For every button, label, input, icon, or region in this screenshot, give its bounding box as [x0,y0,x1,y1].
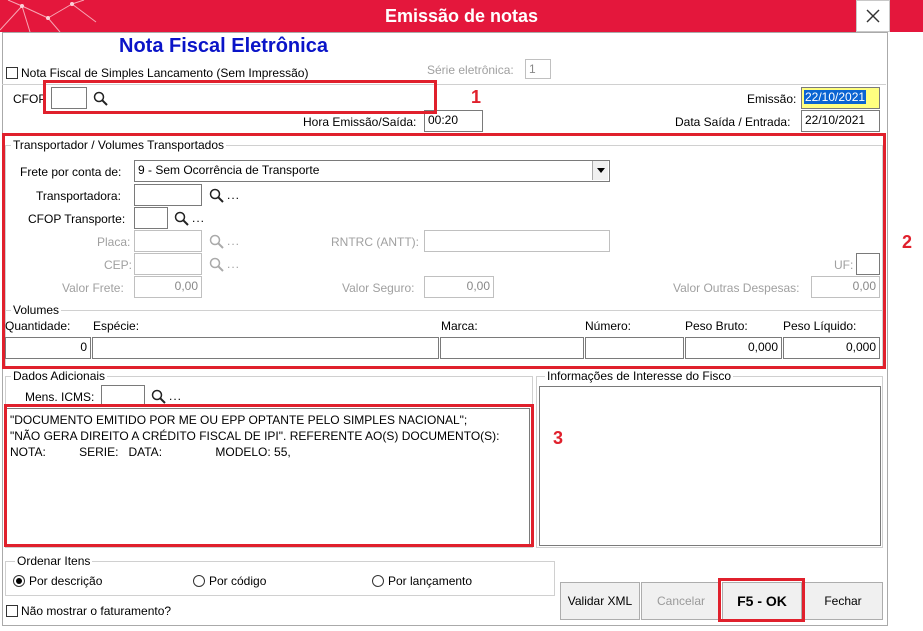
annotation-box-1 [43,80,437,114]
validar-xml-button[interactable]: Validar XML [560,582,640,620]
radio-por-lancamento-label: Por lançamento [388,574,473,588]
hora-label: Hora Emissão/Saída: [303,115,417,129]
mens-icms-label: Mens. ICMS: [25,390,95,404]
radio-por-descricao-label: Por descrição [29,574,103,588]
ordenar-title: Ordenar Itens [15,554,93,568]
dados-adicionais-title: Dados Adicionais [11,369,108,383]
mens-icms-more-button[interactable]: ... [169,389,182,403]
radio-por-codigo[interactable] [193,575,205,587]
validar-xml-label: Validar XML [567,594,633,608]
close-icon [866,9,880,23]
annotation-number-1: 1 [471,87,482,107]
cancelar-label: Cancelar [656,594,706,608]
emissao-field[interactable]: 22/10/2021 [801,87,880,109]
serie-label: Série eletrônica: [427,63,514,77]
annotation-number-2: 2 [902,232,913,252]
annotation-box-3 [4,404,534,547]
window-title: Emissão de notas [384,6,539,26]
nfe-title: Nota Fiscal Eletrônica [119,35,328,57]
annotation-number-3: 3 [553,428,564,448]
fisco-textarea[interactable] [539,386,881,546]
mens-icms-search-button[interactable] [149,387,167,405]
fechar-button[interactable]: Fechar [803,582,883,620]
fechar-label: Fechar [824,594,862,608]
data-saida-field[interactable]: 22/10/2021 [801,110,880,132]
simple-launch-checkbox[interactable] [6,67,18,79]
simple-launch-label: Nota Fiscal de Simples Lancamento (Sem I… [21,66,309,80]
radio-por-descricao[interactable] [13,575,25,587]
search-icon [151,389,166,404]
serie-field[interactable]: 1 [525,59,551,79]
cfop-label: CFOP [13,92,47,106]
annotation-box-2 [2,133,886,369]
close-button[interactable] [856,0,890,32]
nao-mostrar-checkbox[interactable] [6,605,18,617]
title-bar: Emissão de notas [0,0,923,32]
cancelar-button[interactable]: Cancelar [641,582,721,620]
radio-por-lancamento[interactable] [372,575,384,587]
data-saida-label: Data Saída / Entrada: [675,115,791,129]
emissao-value: 22/10/2021 [804,90,867,104]
fisco-title: Informações de Interesse do Fisco [545,369,734,383]
emissao-label: Emissão: [747,92,797,106]
annotation-box-ok [718,578,805,622]
radio-por-codigo-label: Por código [209,574,267,588]
nao-mostrar-label: Não mostrar o faturamento? [21,604,172,618]
